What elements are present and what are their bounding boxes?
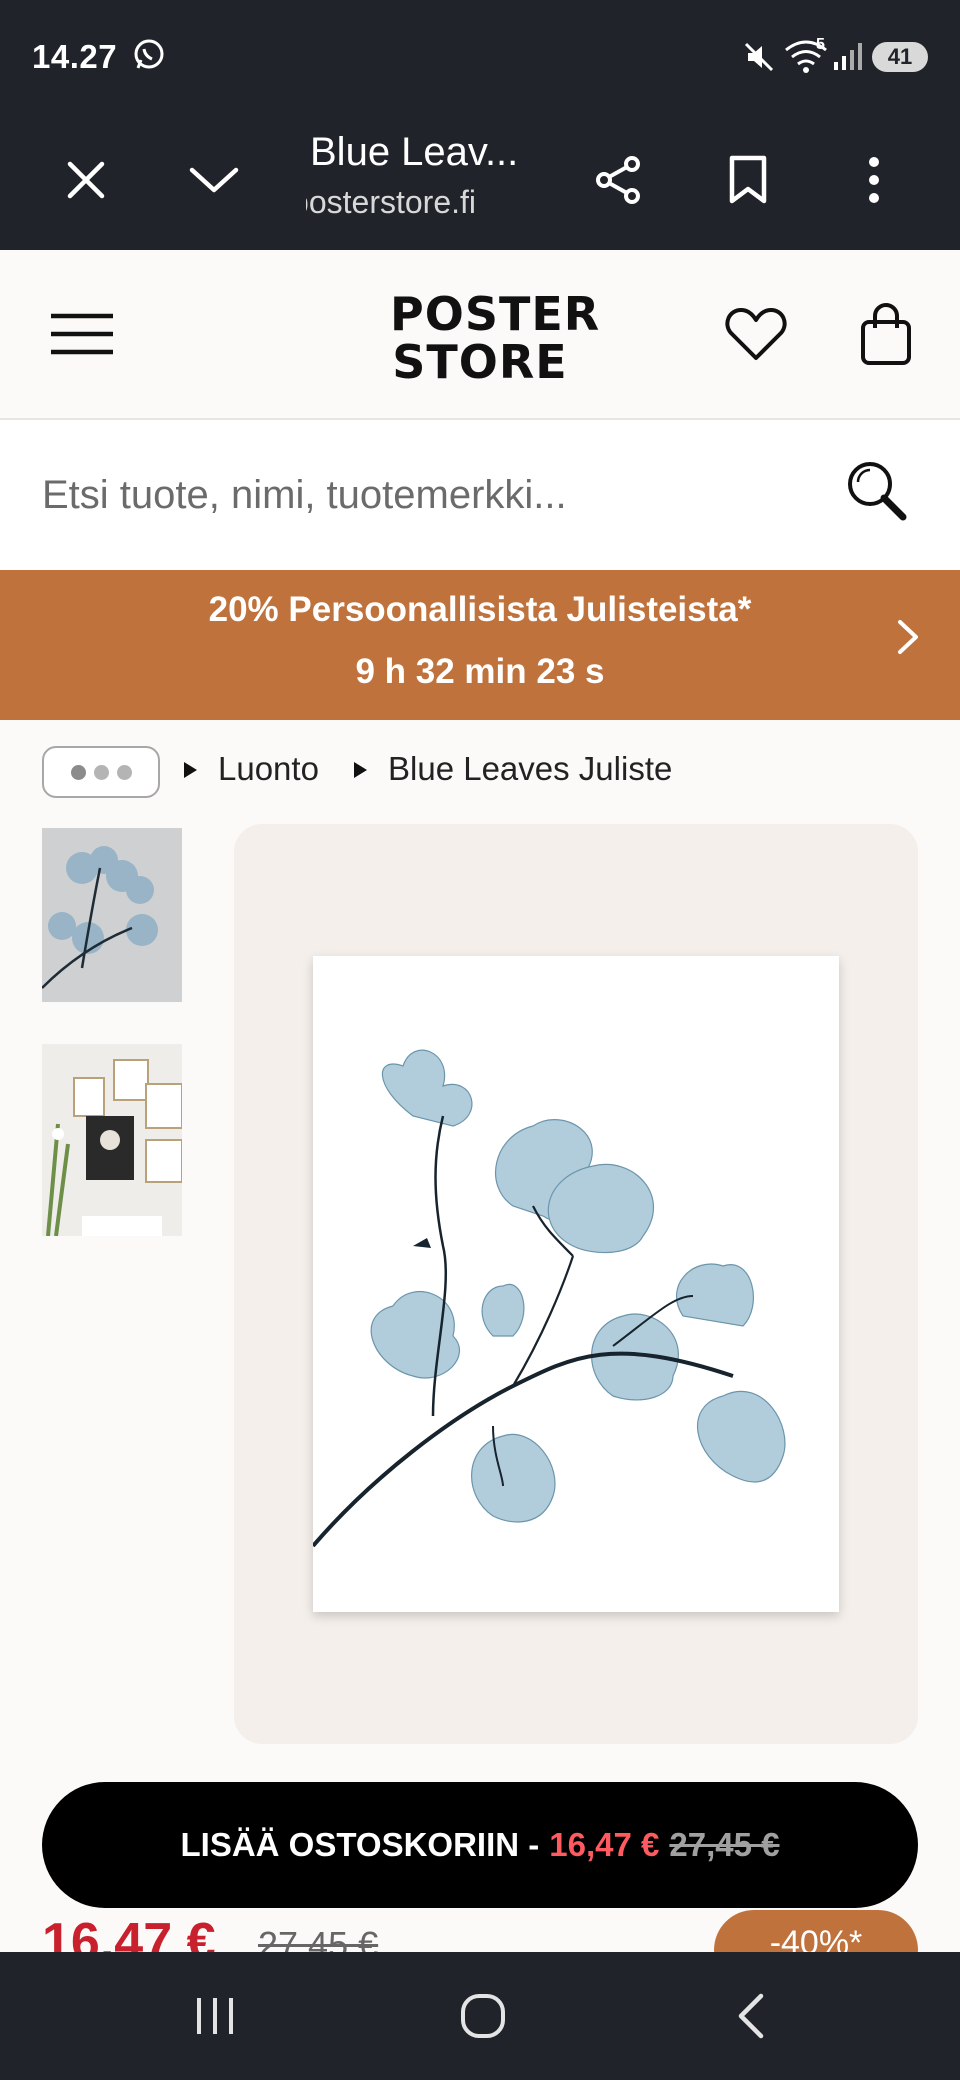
heart-icon	[725, 308, 787, 360]
close-tab-button[interactable]	[46, 140, 126, 220]
cart-button[interactable]	[846, 294, 926, 374]
search-button[interactable]	[846, 460, 908, 527]
search-icon	[848, 462, 907, 521]
add-to-cart-old-price: 27,45 €	[669, 1826, 780, 1863]
recent-apps-icon	[197, 1998, 233, 2034]
leaves-thumbnail-image	[42, 846, 158, 989]
recent-apps-button[interactable]	[170, 1976, 260, 2056]
share-button[interactable]	[578, 140, 658, 220]
blue-leaves-artwork	[311, 1049, 786, 1548]
wifi-badge: 5	[816, 36, 825, 53]
bookmark-button[interactable]	[708, 140, 788, 220]
breadcrumb: Luonto Blue Leaves Juliste	[0, 720, 960, 820]
home-icon	[461, 1994, 505, 2038]
home-button[interactable]	[438, 1976, 528, 2056]
add-to-cart-price: 16,47 €	[549, 1826, 660, 1863]
mute-icon	[742, 40, 776, 79]
promo-title: 20% Persoonallisista Julisteista*	[208, 590, 752, 629]
whatsapp-icon	[132, 38, 166, 77]
interior-thumbnail-image	[42, 1044, 182, 1236]
dot-icon	[93, 764, 109, 780]
browser-toolbar: Blue Leav... posterstore.fi	[0, 112, 960, 250]
more-options-button[interactable]	[834, 140, 914, 220]
shopping-bag-icon	[861, 303, 911, 365]
logo-line-1: POSTER	[390, 287, 601, 341]
status-time: 14.27	[32, 38, 118, 75]
more-vert-icon	[869, 157, 879, 203]
search-bar	[0, 420, 960, 570]
product-poster-image[interactable]	[311, 956, 839, 1612]
menu-button[interactable]	[42, 294, 122, 374]
menu-icon	[51, 313, 113, 355]
bookmark-icon	[729, 155, 767, 204]
minimize-button[interactable]	[174, 140, 254, 220]
chevron-down-icon	[189, 167, 239, 193]
page: 14.27 5 41 Blue Leav... posterstore.fi P…	[0, 0, 960, 2080]
back-button[interactable]	[706, 1976, 796, 2056]
add-to-cart-button[interactable]: LISÄÄ OSTOSKORIIN - 16,47 € 27,45 €	[42, 1782, 918, 1908]
dot-icon	[70, 764, 86, 780]
url-domain[interactable]: posterstore.fi	[306, 184, 476, 221]
system-nav-bar	[0, 1952, 960, 2080]
breadcrumb-item-luonto[interactable]: Luonto	[218, 750, 319, 788]
close-icon	[67, 161, 105, 199]
site-logo[interactable]: POSTER STORE	[390, 287, 601, 389]
page-title[interactable]: Blue Leav...	[310, 130, 570, 175]
share-icon	[596, 156, 640, 204]
battery-icon: 41	[872, 42, 928, 72]
breadcrumb-separator-icon	[354, 762, 367, 778]
search-input[interactable]	[42, 460, 842, 530]
promo-countdown: 9 h 32 min 23 s	[355, 652, 605, 691]
breadcrumb-item-current[interactable]: Blue Leaves Juliste	[388, 750, 672, 788]
thumbnail-interior[interactable]	[42, 1044, 182, 1236]
chevron-right-icon[interactable]	[896, 618, 920, 661]
signal-icon	[832, 40, 864, 77]
wishlist-button[interactable]	[716, 294, 796, 374]
status-bar: 14.27 5 41	[0, 0, 960, 112]
breadcrumb-more-button[interactable]	[42, 746, 160, 798]
dot-icon	[116, 764, 132, 780]
thumbnail-poster[interactable]	[42, 828, 182, 1002]
add-to-cart-label: LISÄÄ OSTOSKORIIN -	[180, 1826, 540, 1863]
site-header: POSTER STORE	[0, 250, 960, 420]
back-icon	[738, 1993, 764, 2039]
logo-line-2: STORE	[392, 335, 568, 389]
promo-banner[interactable]: 20% Persoonallisista Julisteista* 9 h 32…	[0, 570, 960, 720]
breadcrumb-separator-icon	[184, 762, 197, 778]
